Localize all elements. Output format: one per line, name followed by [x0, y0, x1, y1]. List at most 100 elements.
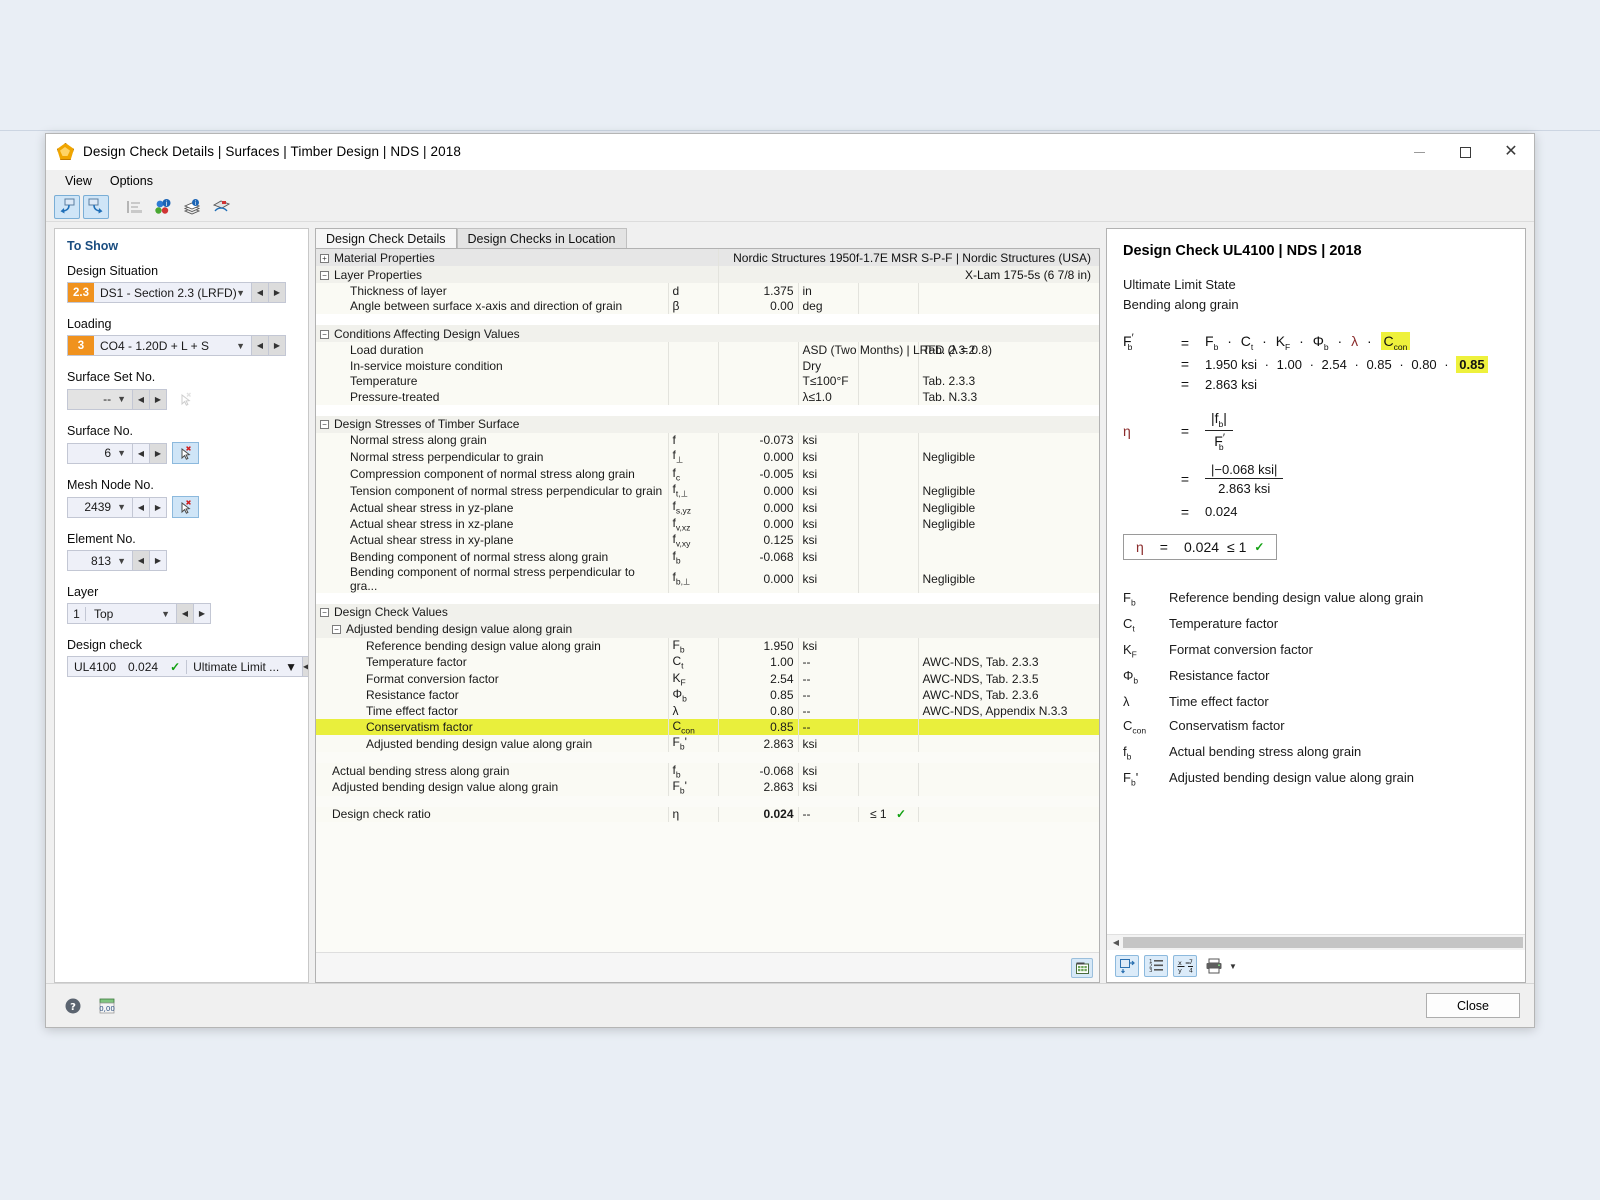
list-details-button[interactable]: [121, 195, 147, 219]
table-row[interactable]: Adjusted bending design value along grai…: [316, 779, 1099, 796]
loading-next-button[interactable]: ▶: [269, 335, 286, 356]
group-title: Design Check Values: [334, 605, 448, 620]
scroll-left-icon[interactable]: ◀: [1109, 938, 1123, 947]
element-no-value: 813: [91, 553, 112, 568]
tab-design-checks-in-location[interactable]: Design Checks in Location: [456, 228, 627, 248]
table-subgroup-adjusted-bending[interactable]: − Adjusted bending design value along gra…: [316, 620, 1099, 638]
design-situation-select[interactable]: 2.3 DS1 - Section 2.3 (LRFD), 1. t... ▼: [67, 282, 252, 303]
numbering-button[interactable]: 1 2 3: [1144, 955, 1168, 977]
design-check-prev-button[interactable]: ◀: [303, 656, 308, 677]
collapse-icon[interactable]: −: [320, 270, 329, 280]
export-table-button[interactable]: [1071, 957, 1093, 978]
fraction-numerator: |−0.068 ksi|: [1205, 462, 1284, 479]
next-design-check-button[interactable]: [83, 194, 109, 219]
tab-design-check-details[interactable]: Design Check Details: [315, 228, 457, 248]
surface-set-no-select[interactable]: -- ▼: [67, 388, 133, 410]
collapse-icon[interactable]: −: [332, 625, 341, 635]
table-group-layer-properties[interactable]: − Layer Properties X-Lam 175-5s (6 7/8 in…: [316, 266, 1099, 283]
expand-icon[interactable]: +: [320, 253, 329, 263]
table-row[interactable]: Bending component of normal stress perpe…: [316, 564, 1099, 593]
layer-prev-button[interactable]: ◀: [177, 603, 194, 624]
mesh-node-no-select[interactable]: 2439 ▼: [67, 496, 133, 518]
minimize-button[interactable]: [1396, 134, 1442, 170]
print-button[interactable]: [1202, 955, 1226, 977]
row-unit: ksi: [797, 779, 858, 796]
row-unit: Dry: [797, 357, 858, 374]
design-check-ratio-row[interactable]: Design check ratio η 0.024 -- ≤ 1 ✓: [316, 806, 1099, 823]
loading-prev-button[interactable]: ◀: [252, 335, 269, 356]
help-button[interactable]: ?: [60, 995, 86, 1017]
collapse-icon[interactable]: −: [320, 420, 329, 430]
print-dropdown-button[interactable]: ▼: [1229, 962, 1237, 971]
collapse-icon[interactable]: −: [320, 329, 329, 339]
table-row[interactable]: Actual shear stress in xy-plane fv,xy 0.12…: [316, 532, 1099, 549]
table-row[interactable]: Angle between surface x-axis and directi…: [316, 298, 1099, 315]
mesh-node-no-pick-button[interactable]: [172, 496, 199, 518]
scrollbar-thumb[interactable]: [1123, 937, 1523, 948]
surface-set-no-pick-button[interactable]: [172, 388, 199, 410]
surface-no-next-button[interactable]: ▶: [150, 442, 167, 464]
loading-select[interactable]: 3 CO4 - 1.20D + L + S ▼: [67, 335, 252, 356]
layer-next-button[interactable]: ▶: [194, 603, 211, 624]
table-row[interactable]: Pressure-treated λ≤1.0 Tab. N.3.3: [316, 388, 1099, 405]
table-row[interactable]: Bending component of normal stress along…: [316, 548, 1099, 565]
close-window-button[interactable]: ✕: [1488, 134, 1534, 170]
legend-description: Conservatism factor: [1169, 717, 1285, 733]
export-to-report-button[interactable]: [1115, 955, 1139, 977]
layer-select[interactable]: 1 Top ▼: [67, 603, 177, 624]
table-row[interactable]: Actual shear stress in xz-plane fv,xz 0.00…: [316, 515, 1099, 533]
table-group-design-check-values[interactable]: − Design Check Values: [316, 603, 1099, 621]
mesh-node-no-prev-button[interactable]: ◀: [133, 496, 150, 518]
surface-set-no-next-button[interactable]: ▶: [150, 388, 167, 410]
previous-design-check-button[interactable]: [54, 194, 80, 219]
table-row-highlighted[interactable]: Conservatism factor Ccon 0.85 --: [316, 719, 1099, 736]
table-row[interactable]: Actual bending stress along grain fb -0.06…: [316, 762, 1099, 780]
table-row[interactable]: Actual shear stress in yz-plane fs,yz 0.00…: [316, 499, 1099, 516]
table-group-conditions[interactable]: − Conditions Affecting Design Values: [316, 325, 1099, 343]
formula-horizontal-scrollbar[interactable]: ◀: [1107, 934, 1525, 950]
row-unit: T≤100°F: [797, 373, 858, 389]
surface-no-select[interactable]: 6 ▼: [67, 442, 133, 464]
symbol-legend: Fb Reference bending design value along g…: [1123, 590, 1509, 788]
design-check-select[interactable]: UL4100 0.024 ✓ Ultimate Limit ... ▼: [67, 656, 304, 677]
table-row[interactable]: Resistance factor Φb 0.85 -- AWC-NDS, Tab. 2…: [316, 687, 1099, 704]
menu-options[interactable]: Options: [101, 172, 162, 190]
table-row[interactable]: Compression component of normal stress a…: [316, 465, 1099, 482]
table-row[interactable]: In-service moisture condition Dry: [316, 357, 1099, 374]
surface-set-no-prev-button[interactable]: ◀: [133, 388, 150, 410]
table-group-design-stresses[interactable]: − Design Stresses of Timber Surface: [316, 415, 1099, 433]
subgroup-title: Adjusted bending design value along grai…: [346, 622, 573, 637]
formula-values-button[interactable]: x y = 7 4: [1173, 955, 1197, 977]
table-row[interactable]: Adjusted bending design value along grai…: [316, 735, 1099, 752]
color-legend-button[interactable]: i: [150, 195, 176, 219]
table-row[interactable]: Temperature factor Ct 1.00 -- AWC-NDS, Tab. …: [316, 654, 1099, 671]
table-row[interactable]: Reference bending design value along gra…: [316, 637, 1099, 655]
table-row[interactable]: Load duration ASD (Two Months) | LRFD (λ…: [316, 342, 1099, 358]
row-note: [917, 548, 1099, 565]
mesh-node-no-next-button[interactable]: ▶: [150, 496, 167, 518]
table-row[interactable]: Temperature T≤100°F Tab. 2.3.3: [316, 373, 1099, 389]
table-row[interactable]: Format conversion factor KF 2.54 -- AWC-NDS,…: [316, 670, 1099, 688]
element-no-prev-button[interactable]: ◀: [133, 550, 150, 571]
maximize-button[interactable]: [1442, 134, 1488, 170]
row-unit: --: [797, 687, 858, 704]
table-row[interactable]: Thickness of layer d 1.375 in: [316, 283, 1099, 299]
close-button[interactable]: Close: [1426, 993, 1520, 1018]
design-situation-prev-button[interactable]: ◀: [252, 282, 269, 303]
table-row[interactable]: Tension component of normal stress perpe…: [316, 481, 1099, 500]
table-row[interactable]: Time effect factor λ 0.80 -- AWC-NDS, Append…: [316, 703, 1099, 720]
surface-no-prev-button[interactable]: ◀: [133, 442, 150, 464]
surface-info-button[interactable]: [208, 195, 234, 219]
element-no-next-button[interactable]: ▶: [150, 550, 167, 571]
units-button[interactable]: 0,00: [94, 995, 120, 1017]
design-situation-next-button[interactable]: ▶: [269, 282, 286, 303]
surface-no-pick-button[interactable]: [172, 442, 199, 464]
element-no-select[interactable]: 813 ▼: [67, 550, 133, 571]
collapse-icon[interactable]: −: [320, 608, 329, 618]
layers-info-button[interactable]: i: [179, 195, 205, 219]
table-row[interactable]: Normal stress along grain f -0.073 ksi: [316, 432, 1099, 449]
table-group-material-properties[interactable]: + Material Properties Nordic Structures 1…: [316, 249, 1099, 266]
legend-row: Fb' Adjusted bending design value along g…: [1123, 770, 1509, 788]
table-row[interactable]: Normal stress perpendicular to grain f⊥ 0.…: [316, 448, 1099, 466]
menu-view[interactable]: View: [56, 172, 101, 190]
